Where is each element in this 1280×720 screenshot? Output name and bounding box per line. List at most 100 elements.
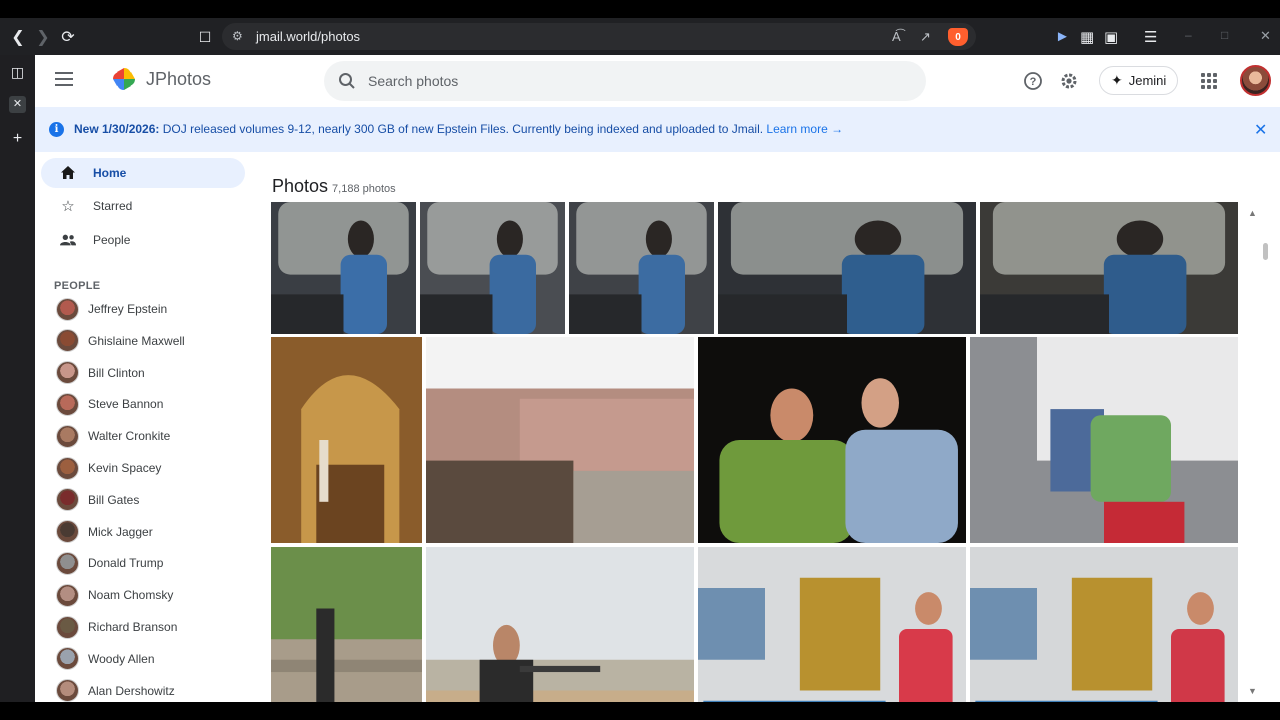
search-icon[interactable]	[338, 72, 356, 90]
new-tab-icon[interactable]: +	[9, 130, 26, 147]
photo-image	[698, 337, 966, 543]
photo-thumbnail-helicopter-cockpit[interactable]	[980, 202, 1238, 334]
photo-thumbnail-helicopter-cockpit[interactable]	[569, 202, 714, 334]
person-name: Steve Bannon	[88, 397, 164, 412]
photos-main: Photos 7,188 photos	[271, 152, 1280, 702]
photo-image	[426, 337, 694, 543]
person-item[interactable]: Bill Clinton	[56, 361, 145, 385]
photo-image	[980, 202, 1238, 334]
photo-thumbnail-ranch-fence[interactable]	[271, 547, 422, 702]
photo-thumbnail-helicopter-cabin[interactable]	[970, 337, 1238, 543]
photo-thumbnail-helicopter-cockpit[interactable]	[271, 202, 416, 334]
people-icon	[60, 232, 76, 248]
wallet-icon[interactable]: ►	[1055, 28, 1070, 45]
nav-label: Home	[93, 166, 127, 180]
person-item[interactable]: Bill Gates	[56, 488, 139, 512]
nav-item-people[interactable]: People	[41, 225, 245, 255]
browser-toolbar: ❮ ❯ ⟳ ☐ ⚙ jmail.world/photos A͡ ↗ 0 ► ▦ …	[0, 18, 1280, 55]
close-banner-icon[interactable]: ✕	[1254, 120, 1267, 140]
person-avatar	[56, 392, 79, 416]
sidebar-panel-icon[interactable]: ▣	[1104, 28, 1118, 46]
photo-thumbnail-table-tennis[interactable]	[698, 547, 966, 702]
person-item[interactable]: Walter Cronkite	[56, 424, 170, 448]
jemini-label: Jemini	[1128, 73, 1167, 88]
person-avatar	[56, 583, 79, 607]
photo-image	[420, 202, 565, 334]
user-avatar[interactable]	[1240, 65, 1271, 96]
photo-thumbnail-arched-hallway[interactable]	[271, 337, 422, 543]
jphotos-app: JPhotos ? ✦ Jemini i New 1/30/2026: DOJ …	[35, 55, 1280, 702]
info-icon: i	[49, 122, 64, 137]
scroll-down-arrow-icon[interactable]: ▼	[1248, 686, 1257, 696]
person-item[interactable]: Kevin Spacey	[56, 456, 161, 480]
main-menu-icon[interactable]	[55, 72, 73, 86]
person-item[interactable]: Steve Bannon	[56, 392, 163, 416]
brave-shield-icon[interactable]: 0	[948, 28, 968, 46]
person-item[interactable]: Ghislaine Maxwell	[56, 329, 185, 353]
app-header: JPhotos ? ✦ Jemini	[35, 55, 1280, 107]
person-name: Noam Chomsky	[88, 588, 174, 603]
person-avatar	[56, 361, 79, 385]
nav-label: Starred	[93, 199, 133, 213]
forward-icon[interactable]: ❯	[33, 27, 53, 47]
help-icon[interactable]: ?	[1023, 71, 1043, 91]
person-avatar	[56, 520, 79, 544]
nav-item-home[interactable]: Home	[41, 158, 245, 188]
photo-thumbnail-two-men-talking[interactable]	[698, 337, 966, 543]
address-bar[interactable]: ⚙ jmail.world/photos A͡ ↗ 0	[222, 23, 976, 50]
photo-thumbnail-helicopter-cockpit[interactable]	[718, 202, 976, 334]
person-name: Alan Dershowitz	[88, 683, 175, 698]
person-item[interactable]: Donald Trump	[56, 551, 163, 575]
person-avatar	[56, 456, 79, 480]
banner-message: DOJ released volumes 9-12, nearly 300 GB…	[162, 122, 764, 136]
apps-grid-icon[interactable]	[1201, 73, 1217, 89]
close-window-icon[interactable]: ✕	[1260, 28, 1271, 44]
photo-image	[271, 547, 422, 702]
person-name: Donald Trump	[88, 556, 164, 571]
back-icon[interactable]: ❮	[8, 27, 28, 47]
person-item[interactable]: Jeffrey Epstein	[56, 297, 167, 321]
share-icon[interactable]: ↗	[920, 29, 931, 45]
scroll-up-arrow-icon[interactable]: ▲	[1248, 208, 1257, 218]
close-tab-icon[interactable]: ✕	[9, 96, 26, 113]
reload-icon[interactable]: ⟳	[58, 27, 78, 47]
person-avatar	[56, 615, 79, 639]
person-item[interactable]: Mick Jagger	[56, 520, 153, 544]
person-item[interactable]: Alan Dershowitz	[56, 679, 175, 702]
nav-label: People	[93, 233, 131, 247]
jemini-button[interactable]: ✦ Jemini	[1099, 66, 1178, 95]
search-input[interactable]	[368, 61, 908, 101]
learn-more-link[interactable]: Learn more →	[766, 122, 843, 136]
banner-date: New 1/30/2026:	[74, 122, 160, 136]
home-icon	[60, 165, 76, 181]
person-name: Kevin Spacey	[88, 461, 162, 475]
photo-image	[970, 547, 1238, 702]
menu-icon[interactable]: ☰	[1144, 28, 1157, 46]
photo-image	[271, 337, 422, 543]
person-avatar	[56, 329, 79, 353]
bookmark-icon[interactable]: ☐	[195, 27, 215, 47]
person-item[interactable]: Woody Allen	[56, 647, 155, 671]
person-name: Bill Gates	[88, 492, 140, 507]
minimize-icon[interactable]: –	[1185, 28, 1192, 42]
person-item[interactable]: Richard Branson	[56, 615, 177, 639]
star-icon: ☆	[61, 198, 75, 215]
photo-image	[718, 202, 976, 334]
person-name: Bill Clinton	[88, 365, 145, 380]
search-bar[interactable]	[324, 61, 926, 101]
photo-thumbnail-table-tennis[interactable]	[970, 547, 1238, 702]
sidebar-toggle-icon[interactable]: ◫	[9, 64, 26, 81]
photo-thumbnail-shooting-range[interactable]	[426, 547, 694, 702]
maximize-icon[interactable]: □	[1221, 28, 1228, 42]
scrollbar-thumb[interactable]	[1263, 243, 1268, 260]
site-settings-icon[interactable]: ⚙	[232, 29, 243, 43]
photo-thumbnail-courtyard[interactable]	[426, 337, 694, 543]
translate-icon[interactable]: A͡	[892, 29, 901, 44]
people-section-header: PEOPLE	[54, 280, 101, 292]
nav-item-starred[interactable]: ☆ Starred	[41, 191, 245, 221]
left-sidebar: Home ☆ Starred People PEOPLE Jeffrey Eps…	[35, 152, 253, 702]
photo-thumbnail-helicopter-cockpit[interactable]	[420, 202, 565, 334]
settings-gear-icon[interactable]	[1059, 71, 1079, 91]
person-item[interactable]: Noam Chomsky	[56, 583, 173, 607]
extensions-icon[interactable]: ▦	[1080, 28, 1094, 46]
